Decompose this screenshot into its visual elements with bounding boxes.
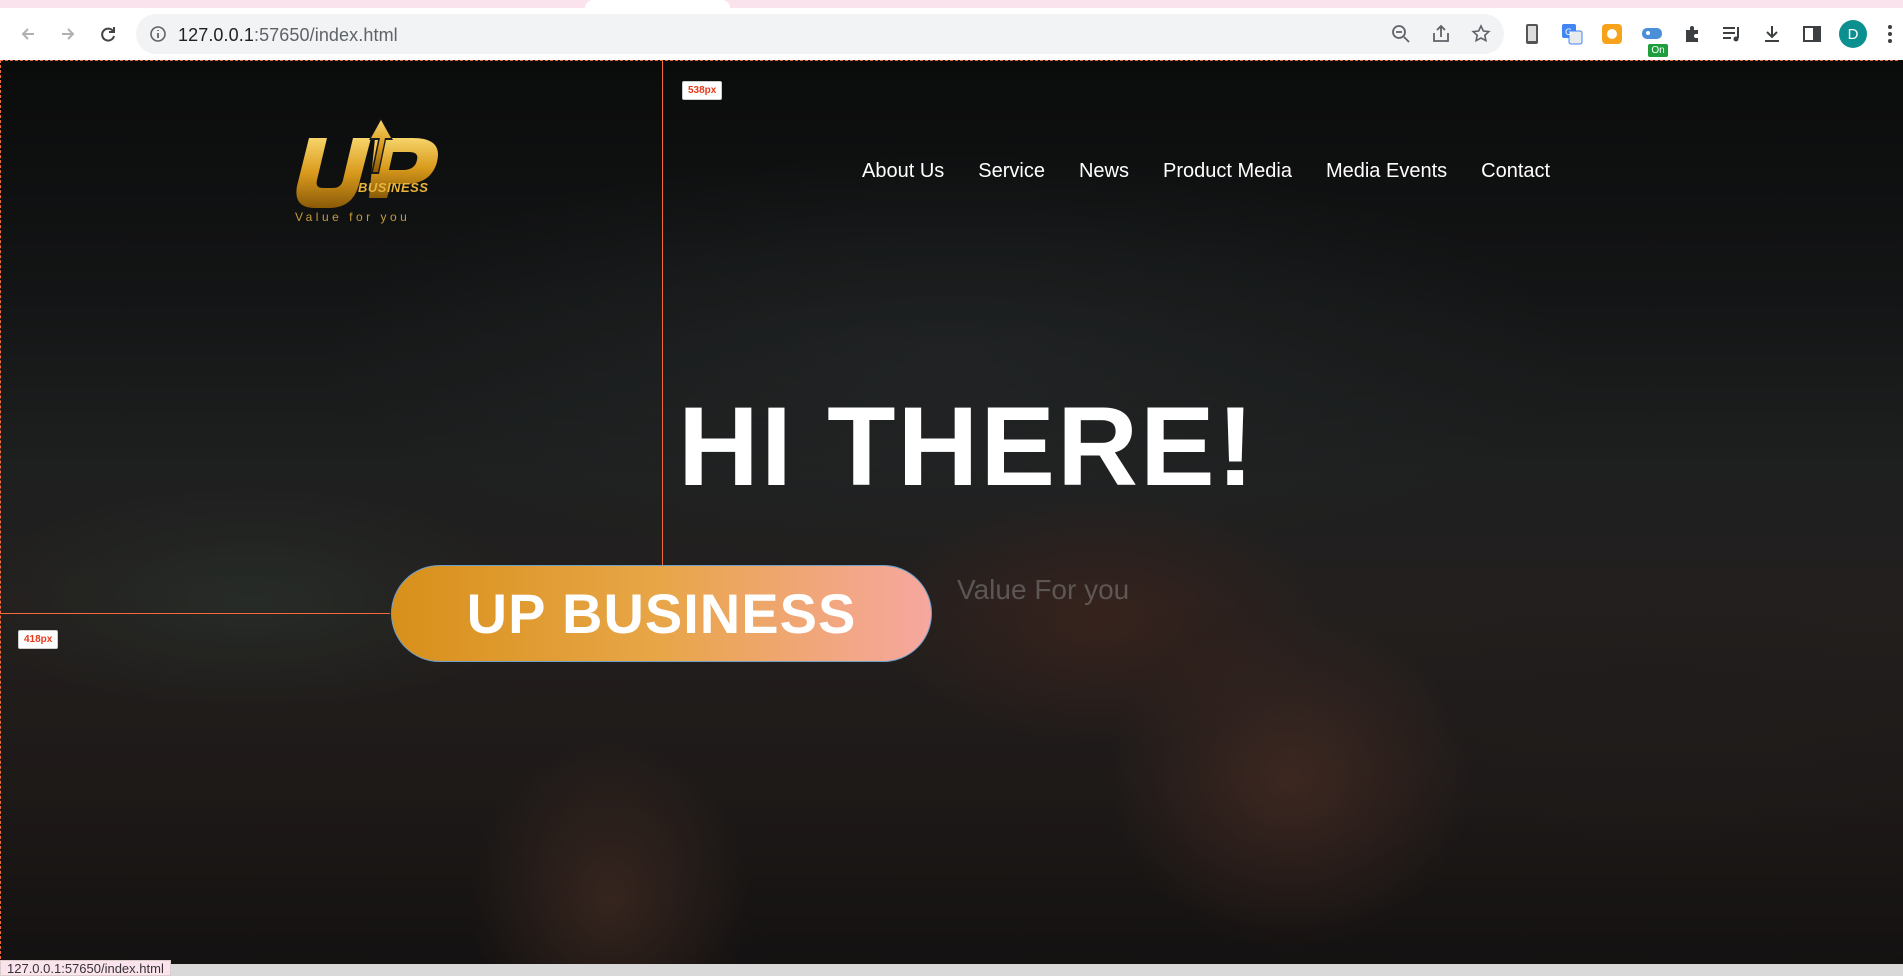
page-viewport: BUSINESS Value for you About Us Service … (0, 60, 1903, 964)
address-bar[interactable]: 127.0.0.1:57650/index.html (136, 14, 1504, 54)
measure-horizontal-line (0, 613, 390, 614)
extension-phone-icon[interactable] (1520, 22, 1544, 46)
share-icon[interactable] (1430, 23, 1452, 45)
browser-toolbar: 127.0.0.1:57650/index.html G On D (0, 8, 1903, 60)
nav-service[interactable]: Service (978, 160, 1045, 183)
measure-horizontal-label: 418px (18, 630, 59, 649)
nav-media-events[interactable]: Media Events (1326, 160, 1447, 183)
main-nav: About Us Service News Product Media Medi… (862, 160, 1550, 183)
logo-tagline: Value for you (295, 210, 411, 224)
nav-contact[interactable]: Contact (1481, 160, 1550, 183)
back-arrow-icon (21, 28, 34, 40)
up-business-button[interactable]: UP BUSINESS (391, 565, 932, 662)
hero-subtitle: Value For you (957, 574, 1130, 605)
profile-avatar[interactable]: D (1839, 20, 1867, 48)
reload-icon (101, 27, 115, 42)
status-url-bubble: 127.0.0.1:57650/index.html (0, 960, 171, 976)
side-panel-icon[interactable] (1800, 22, 1824, 46)
bookmark-star-icon[interactable] (1470, 23, 1492, 45)
forward-arrow-icon (62, 28, 75, 40)
logo-word: BUSINESS (358, 180, 429, 195)
element-outline-guide (0, 60, 1898, 964)
extension-on-badge: On (1648, 44, 1668, 57)
nav-news[interactable]: News (1079, 160, 1129, 183)
media-playlist-icon[interactable] (1720, 22, 1744, 46)
back-button[interactable] (14, 20, 42, 48)
nav-about-us[interactable]: About Us (862, 160, 944, 183)
site-logo[interactable]: BUSINESS Value for you (293, 118, 441, 228)
forward-button[interactable] (54, 20, 82, 48)
svg-text:G: G (1565, 28, 1572, 38)
measure-vertical-label: 538px (682, 81, 723, 100)
download-icon[interactable] (1760, 22, 1784, 46)
measure-vertical-line (662, 60, 663, 565)
extensions-puzzle-icon[interactable] (1680, 22, 1704, 46)
zoom-icon[interactable] (1390, 23, 1412, 45)
horizontal-scrollbar[interactable] (0, 964, 1903, 976)
site-info-icon[interactable] (148, 24, 168, 44)
hero-title: HI THERE! (678, 384, 1256, 509)
address-url[interactable]: 127.0.0.1:57650/index.html (178, 25, 398, 46)
nav-product-media[interactable]: Product Media (1163, 160, 1292, 183)
reload-button[interactable] (94, 20, 122, 48)
translate-icon[interactable]: G (1560, 22, 1584, 46)
extension-orange-icon[interactable] (1600, 22, 1624, 46)
browser-menu-icon[interactable] (1878, 22, 1902, 46)
extension-controller-icon[interactable] (1640, 22, 1664, 46)
